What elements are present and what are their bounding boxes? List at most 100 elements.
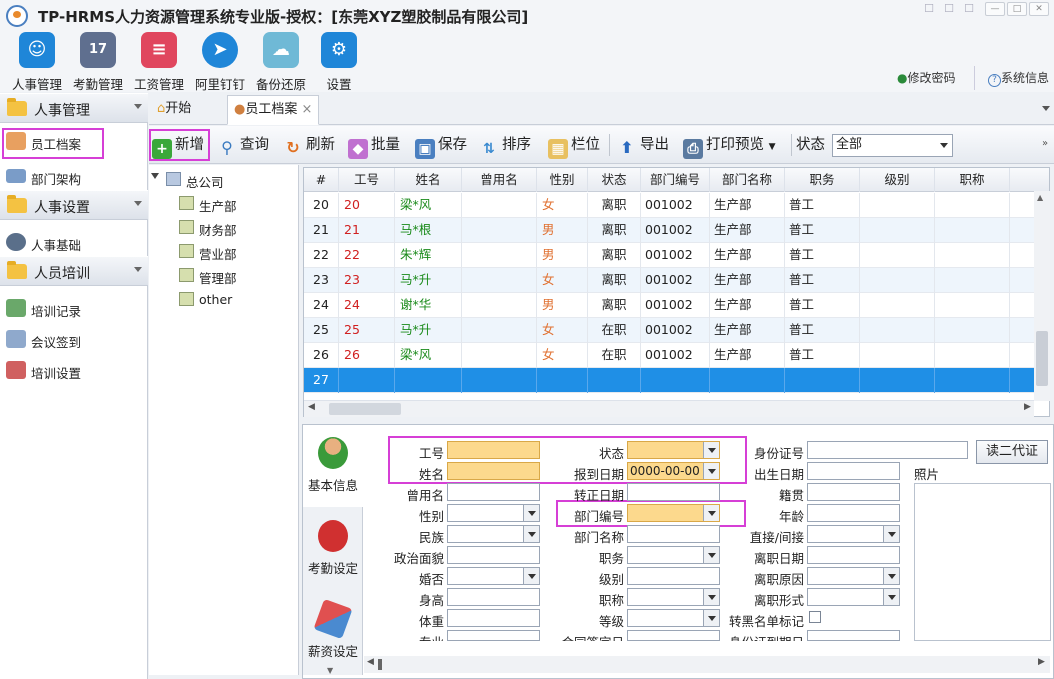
marital-select[interactable] <box>447 567 540 585</box>
age-input[interactable] <box>807 504 900 522</box>
close-icon[interactable]: × <box>302 102 313 117</box>
ribbon-settings[interactable]: ⚙ 设置 <box>308 30 370 92</box>
sidebar-item-employee-file[interactable]: 员工档案 <box>0 126 148 159</box>
detail-tab-attendance[interactable]: 考勤设定 <box>303 508 363 590</box>
column-header[interactable]: 状态 <box>588 168 641 192</box>
detail-tab-basic-info[interactable]: 基本信息 <box>303 425 363 507</box>
position-select[interactable] <box>627 546 720 564</box>
table-row[interactable]: 25 25 马*升女在职 001002 生产部 普工 <box>304 318 1037 343</box>
scroll-thumb[interactable] <box>1036 331 1048 386</box>
grid-horizontal-scrollbar[interactable]: ◀ ▶ <box>304 400 1034 417</box>
change-password-link[interactable]: ●修改密码 <box>897 69 956 86</box>
columns-button[interactable]: ▦ 栏位 <box>548 132 600 159</box>
dept-name-input[interactable] <box>627 525 720 543</box>
scroll-left-icon[interactable]: ◀ <box>308 402 315 412</box>
column-header[interactable]: 性别 <box>537 168 588 192</box>
scroll-down-icon[interactable]: ▼ <box>327 666 333 675</box>
photo-box[interactable] <box>914 483 1051 641</box>
group-hr-management[interactable]: 人事管理 <box>0 93 148 123</box>
add-button[interactable]: + 新增 <box>149 129 210 161</box>
sidebar-item-meeting-checkin[interactable]: 会议签到 <box>0 324 148 354</box>
id-no-input[interactable] <box>807 441 968 459</box>
status-select[interactable] <box>627 441 720 459</box>
blacklist-checkbox[interactable] <box>809 611 821 623</box>
tree-node-finance[interactable]: 财务部 <box>149 216 297 238</box>
table-row[interactable]: 26 26 梁*风女在职 001002 生产部 普工 <box>304 343 1037 368</box>
table-row[interactable]: 24 24 谢*华男离职 001002 生产部 普工 <box>304 293 1037 318</box>
leave-reason-select[interactable] <box>807 567 900 585</box>
level-input[interactable] <box>627 567 720 585</box>
id-expiry-input[interactable] <box>807 630 900 641</box>
minimize-button[interactable]: — <box>985 2 1005 16</box>
tab-list-chevron-icon[interactable] <box>1042 106 1050 111</box>
ribbon-attendance[interactable]: 17 考勤管理 <box>67 30 129 92</box>
query-button[interactable]: ⚲ 查询 <box>217 132 269 158</box>
grade-select[interactable] <box>627 609 720 627</box>
leave-date-input[interactable] <box>807 546 900 564</box>
sidebar-item-hr-basics[interactable]: 人事基础 <box>0 227 148 257</box>
birth-date-input[interactable] <box>807 462 900 480</box>
column-header[interactable]: 级别 <box>860 168 935 192</box>
skin-icon[interactable]: ☐ <box>942 3 956 15</box>
system-info-link[interactable]: ? 系统信息 <box>988 69 1049 87</box>
print-preview-button[interactable]: ⎙ 打印预览 ▼ <box>683 132 776 159</box>
tab-start[interactable]: ⌂开始 <box>151 95 197 125</box>
sidebar-item-training-record[interactable]: 培训记录 <box>0 293 148 323</box>
contract-date-input[interactable] <box>627 630 720 641</box>
detail-tab-salary[interactable]: 薪资设定 <box>303 591 363 673</box>
form-horizontal-scrollbar[interactable]: ◀ ▶ <box>364 656 1050 673</box>
skin-icon[interactable]: ☐ <box>962 3 976 15</box>
ribbon-payroll[interactable]: ≡ 工资管理 <box>128 30 190 92</box>
scroll-up-icon[interactable]: ▲ <box>1037 193 1043 202</box>
group-hr-settings[interactable]: 人事设置 <box>0 190 148 220</box>
tree-node-other[interactable]: other <box>149 288 297 310</box>
tree-root-node[interactable]: 总公司 <box>149 168 297 190</box>
read-id-card-button[interactable]: 读二代证 <box>976 440 1048 464</box>
skin-icon[interactable]: ☐ <box>922 3 936 15</box>
ribbon-hr-management[interactable]: ☺ 人事管理 <box>6 30 68 92</box>
emp-id-input[interactable] <box>447 441 540 459</box>
sidebar-item-org-chart[interactable]: 部门架构 <box>0 161 148 191</box>
gender-select[interactable] <box>447 504 540 522</box>
column-header[interactable]: 部门编号 <box>641 168 710 192</box>
tab-employee-file[interactable]: ●员工档案 × <box>227 95 320 125</box>
ribbon-dingtalk[interactable]: ➤ 阿里钉钉 <box>189 30 251 92</box>
height-input[interactable] <box>447 588 540 606</box>
confirm-date-input[interactable] <box>627 483 720 501</box>
save-button[interactable]: ▣ 保存 <box>415 132 467 159</box>
ribbon-backup[interactable]: ☁ 备份还原 <box>250 30 312 92</box>
scroll-right-icon[interactable]: ▶ <box>1024 402 1031 412</box>
direct-select[interactable] <box>807 525 900 543</box>
report-date-picker[interactable]: 0000-00-00 <box>627 462 720 480</box>
tree-node-management[interactable]: 管理部 <box>149 264 297 286</box>
refresh-button[interactable]: ↻ 刷新 <box>283 132 335 158</box>
table-row[interactable]: 21 21 马*根男离职 001002 生产部 普工 <box>304 218 1037 243</box>
export-button[interactable]: ⬆ 导出 <box>617 132 669 158</box>
name-input[interactable] <box>447 462 540 480</box>
column-header[interactable]: 职务 <box>785 168 860 192</box>
scroll-thumb[interactable] <box>378 659 382 670</box>
weight-input[interactable] <box>447 609 540 627</box>
native-input[interactable] <box>807 483 900 501</box>
column-header[interactable]: 工号 <box>339 168 395 192</box>
political-input[interactable] <box>447 546 540 564</box>
title-select[interactable] <box>627 588 720 606</box>
scroll-thumb[interactable] <box>329 403 401 415</box>
batch-button[interactable]: ◆ 批量 <box>348 132 400 159</box>
table-row[interactable]: 23 23 马*升女离职 001002 生产部 普工 <box>304 268 1037 293</box>
table-row[interactable]: 22 22 朱*辉男离职 001002 生产部 普工 <box>304 243 1037 268</box>
ethnicity-select[interactable] <box>447 525 540 543</box>
column-header[interactable]: # <box>304 168 339 192</box>
scroll-left-icon[interactable]: ◀ <box>367 657 374 667</box>
column-header[interactable]: 职称 <box>935 168 1010 192</box>
tree-node-sales[interactable]: 营业部 <box>149 240 297 262</box>
sort-button[interactable]: ⇅ 排序 <box>479 132 531 158</box>
former-name-input[interactable] <box>447 483 540 501</box>
toolbar-overflow-icon[interactable]: » <box>1042 138 1048 149</box>
scroll-right-icon[interactable]: ▶ <box>1038 657 1045 667</box>
column-header[interactable]: 姓名 <box>395 168 462 192</box>
table-row-selected[interactable]: 27 <box>304 368 1037 393</box>
major-input[interactable] <box>447 630 540 641</box>
sidebar-item-training-settings[interactable]: 培训设置 <box>0 355 148 385</box>
column-header[interactable]: 曾用名 <box>462 168 537 192</box>
